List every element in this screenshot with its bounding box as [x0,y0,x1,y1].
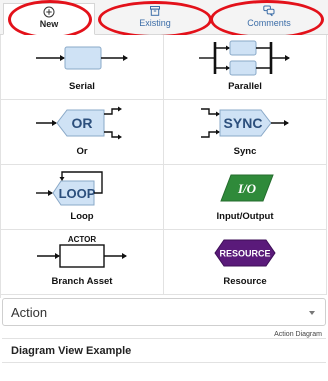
shape-branch-asset-label: Branch Asset [51,276,113,287]
tab-new[interactable]: New [3,3,95,35]
or-gate-text: OR [72,115,93,131]
tab-existing-label: Existing [139,18,171,28]
serial-block-icon [36,46,128,70]
or-gate-icon: OR [36,106,122,140]
diagram-type-select[interactable]: Action [2,298,326,326]
shape-branch-asset[interactable]: ACTOR Branch Asset [1,230,164,295]
archive-box-icon [150,6,160,16]
shape-serial-label: Serial [69,81,95,92]
shape-serial[interactable]: Serial [1,35,164,100]
shape-or-label: Or [76,146,88,157]
diagram-type-value: Action [11,305,48,320]
tab-new-label: New [39,19,59,29]
shape-resource[interactable]: RESOURCE Resource [164,230,327,295]
shape-loop-label: Loop [70,211,94,222]
diagram-type-hint: Action Diagram [274,331,322,338]
tab-existing[interactable]: Existing [102,3,208,33]
shape-resource-label: Resource [223,276,267,287]
shape-sync[interactable]: SYNC Sync [164,100,327,165]
shape-parallel-label: Parallel [228,81,262,92]
shape-parallel[interactable]: Parallel [164,35,327,100]
chevron-down-icon [309,311,315,315]
resource-icon: RESOURCE [214,239,276,267]
io-text: I/O [237,181,257,196]
parallel-block-icon [199,40,290,76]
shape-or[interactable]: OR Or [1,100,164,165]
loop-text: LOOP [59,186,96,201]
shape-sync-label: Sync [233,146,257,157]
plus-circle-icon [43,6,55,18]
loop-icon: LOOP [36,171,103,206]
diagram-view-example[interactable]: Diagram View Example [2,338,326,363]
tab-comments[interactable]: Comments [214,3,324,33]
shape-loop[interactable]: LOOP Loop [1,165,164,230]
branch-asset-icon: ACTOR [37,235,127,268]
actor-text: ACTOR [68,235,97,244]
chat-bubbles-icon [263,5,275,17]
shape-palette: Serial Parallel OR Or SYNC Sync LOOP Loo… [0,35,328,298]
shape-input-output[interactable]: I/O Input/Output [164,165,327,230]
sync-gate-text: SYNC [224,115,263,131]
tab-bar: New Existing Comments [0,0,328,35]
tab-comments-label: Comments [247,18,291,28]
resource-text: RESOURCE [219,249,270,259]
diagram-view-example-title: Diagram View Example [11,345,132,357]
input-output-icon: I/O [220,174,274,202]
shape-input-output-label: Input/Output [216,211,274,222]
sync-gate-icon: SYNC [201,108,289,138]
